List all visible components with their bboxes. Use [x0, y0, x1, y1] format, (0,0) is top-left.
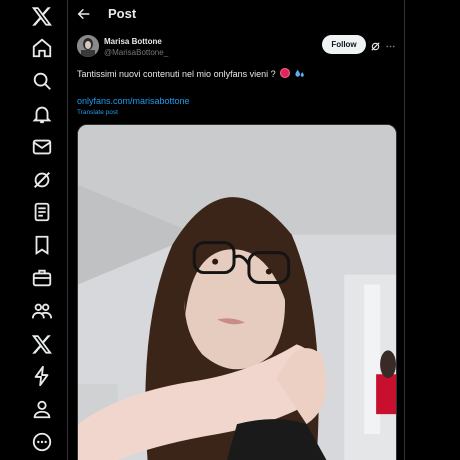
author-handle[interactable]: @MarisaBottone_ [104, 48, 168, 57]
author-name[interactable]: Marisa Bottone [104, 37, 162, 46]
translate-post-link[interactable]: Translate post [77, 109, 118, 116]
post-link[interactable]: onlyfans.com/marisabottone [77, 96, 190, 106]
left-sidebar [0, 0, 68, 460]
back-arrow-icon[interactable] [76, 6, 92, 22]
post-text-content: Tantissimi nuovi contenuti nel mio onlyf… [77, 69, 276, 79]
messages-icon[interactable] [31, 136, 53, 158]
jobs-icon[interactable] [31, 267, 53, 289]
premium-icon[interactable] [31, 333, 53, 355]
post-image[interactable] [77, 124, 397, 460]
follow-button[interactable]: Follow [322, 35, 366, 54]
x-logo-icon[interactable] [31, 5, 53, 27]
grok-icon[interactable] [370, 39, 381, 51]
post-header: Post [68, 0, 404, 30]
sidebar-divider [67, 0, 68, 460]
notifications-icon[interactable] [31, 103, 53, 125]
lists-icon[interactable] [31, 201, 53, 223]
bookmarks-icon[interactable] [31, 234, 53, 256]
grok-icon[interactable] [31, 169, 53, 191]
more-options-icon[interactable] [385, 39, 396, 50]
heart-emoji-icon [280, 68, 291, 78]
more-icon[interactable] [31, 431, 53, 453]
profile-icon[interactable] [31, 398, 53, 420]
page-title: Post [108, 6, 137, 21]
home-icon[interactable] [31, 37, 53, 59]
column-divider [404, 0, 405, 460]
avatar[interactable] [77, 35, 99, 57]
post-text: Tantissimi nuovi contenuti nel mio onlyf… [77, 68, 305, 81]
verified-orgs-icon[interactable] [31, 365, 53, 387]
communities-icon[interactable] [31, 300, 53, 322]
search-icon[interactable] [31, 70, 53, 92]
sweat-drops-emoji-icon [294, 68, 305, 81]
